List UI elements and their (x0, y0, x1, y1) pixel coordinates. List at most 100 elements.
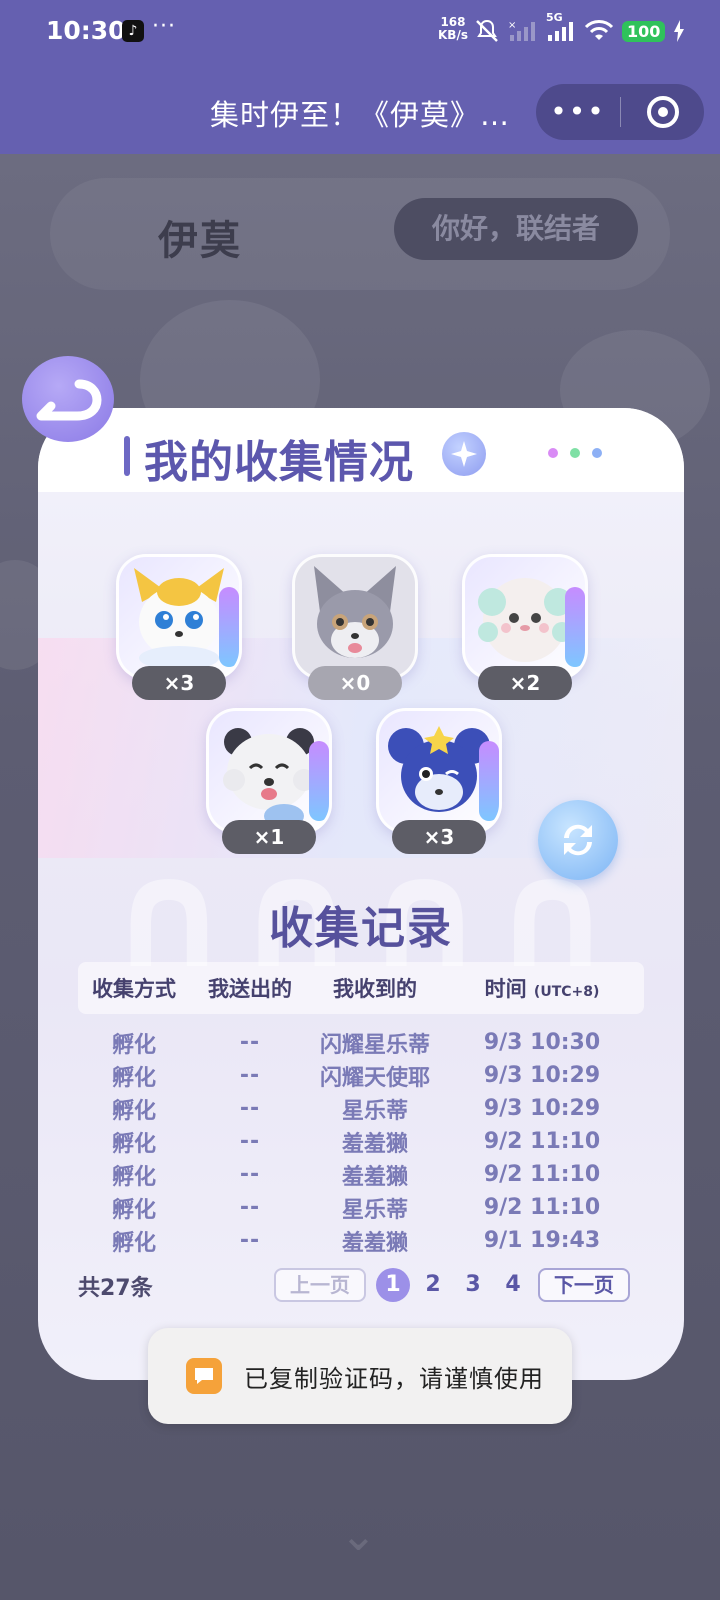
page-3-button[interactable]: 3 (456, 1268, 490, 1302)
network-speed-unit: KB/s (438, 28, 468, 42)
header-received: 我收到的 (333, 977, 417, 1001)
header-time: 时间 (UTC+8) (440, 973, 644, 1003)
cell-sent: -- (239, 1096, 261, 1121)
top-bar: 10:30 ♪ ··· 168 KB/s × 5G 100 集时伊至！《伊莫》…… (0, 0, 720, 154)
toast-message: 已复制验证码，请谨慎使用 (244, 1364, 544, 1393)
close-miniapp-button[interactable] (621, 96, 704, 128)
white-panda-pet-icon (206, 708, 332, 834)
cell-received: 闪耀天使耶 (319, 1065, 430, 1091)
next-page-button[interactable]: 下一页 (538, 1268, 630, 1302)
collectible-count: ×3 (132, 666, 226, 700)
network-speed: 168 KB/s (438, 16, 468, 42)
cell-sent: -- (239, 1129, 261, 1154)
records-table-header: 收集方式 我送出的 我收到的 时间 (UTC+8) (78, 962, 644, 1014)
cell-method: 孵化 (111, 1098, 156, 1124)
status-icons: × 5G 100 (474, 11, 685, 44)
collectible-count: ×3 (392, 820, 486, 854)
collectible-gray-wolf[interactable]: ×0 (288, 554, 422, 704)
svg-text:×: × (508, 20, 516, 31)
cell-time: 9/3 10:29 (483, 1096, 601, 1121)
cell-method: 孵化 (111, 1065, 156, 1091)
total-count: 共27条 (78, 1276, 153, 1301)
cell-method: 孵化 (111, 1032, 156, 1058)
tiktok-notification-icon: ♪ (122, 20, 144, 42)
collectible-count: ×2 (478, 666, 572, 700)
cell-time: 9/2 11:10 (483, 1195, 601, 1220)
cell-received: 闪耀星乐蒂 (319, 1032, 430, 1058)
status-time: 10:30 (46, 16, 126, 45)
charging-icon (674, 20, 685, 42)
cell-method: 孵化 (111, 1131, 156, 1157)
collectible-blue-mouse[interactable]: ×3 (372, 708, 506, 858)
card-title: 我的收集情况 (144, 437, 414, 488)
collectible-golden-fox[interactable]: ×3 (112, 554, 246, 704)
pagination: 共27条 上一页 1 2 3 4 下一页 (78, 1268, 644, 1304)
back-button[interactable] (22, 356, 114, 442)
copy-toast: 已复制验证码，请谨慎使用 (148, 1328, 572, 1424)
table-row: 孵化 -- 星乐蒂 9/3 10:29 (78, 1092, 644, 1125)
cell-received: 星乐蒂 (341, 1197, 408, 1223)
cell-time: 9/2 11:10 (483, 1129, 601, 1154)
cell-sent: -- (239, 1228, 261, 1253)
mute-bell-icon (476, 19, 498, 42)
dot-pink (548, 448, 558, 458)
collection-card: ∩∩∩∩ 我的收集情况 ×3 ×0 ×2 ×1 ×3 收集记录 收集方式 我送出… (38, 408, 684, 1380)
cell-sent: -- (239, 1030, 261, 1055)
app-logo: 伊莫 (158, 218, 242, 264)
refresh-button[interactable] (538, 800, 618, 880)
cell-sent: -- (239, 1063, 261, 1088)
fluffy-sheep-pet-icon (462, 554, 588, 680)
signal-no-service-icon: × (508, 20, 535, 41)
miniapp-capsule: ••• (536, 84, 704, 140)
blue-mouse-pet-icon (376, 708, 502, 834)
page-title: 集时伊至！《伊莫》… (210, 98, 511, 132)
close-target-icon (646, 96, 679, 128)
signal-5g-label: 5G (546, 11, 563, 24)
gray-wolf-pet-icon (292, 554, 418, 680)
table-row: 孵化 -- 羞羞獭 9/2 11:10 (78, 1125, 644, 1158)
collectible-count: ×0 (308, 666, 402, 700)
header-method: 收集方式 (92, 977, 176, 1001)
cell-sent: -- (239, 1195, 261, 1220)
prev-page-button[interactable]: 上一页 (274, 1268, 366, 1302)
header-time-label: 时间 (484, 977, 527, 1001)
cell-received: 羞羞獭 (341, 1230, 408, 1256)
cell-time: 9/2 11:10 (483, 1162, 601, 1187)
battery-level: 100 (622, 20, 666, 42)
dot-green (570, 448, 580, 458)
greeting-button: 你好，联结者 (394, 198, 638, 260)
refresh-icon (564, 824, 592, 856)
collectible-count: ×1 (222, 820, 316, 854)
cell-received: 星乐蒂 (341, 1098, 408, 1124)
golden-fox-pet-icon (116, 554, 242, 680)
cell-method: 孵化 (111, 1197, 156, 1223)
cell-time: 9/3 10:30 (483, 1030, 601, 1055)
table-row: 孵化 -- 羞羞獭 9/2 11:10 (78, 1158, 644, 1191)
records-title: 收集记录 (269, 903, 453, 954)
table-row: 孵化 -- 闪耀天使耶 9/3 10:29 (78, 1059, 644, 1092)
more-notifications-icon: ··· (152, 14, 176, 39)
page-2-button[interactable]: 2 (416, 1268, 450, 1302)
page-4-button[interactable]: 4 (496, 1268, 530, 1302)
cell-sent: -- (239, 1162, 261, 1187)
cell-received: 羞羞獭 (341, 1131, 408, 1157)
card-header: 我的收集情况 (38, 408, 684, 492)
dot-blue (592, 448, 602, 458)
cell-method: 孵化 (111, 1230, 156, 1256)
collectible-fluffy-sheep[interactable]: ×2 (458, 554, 592, 704)
table-row: 孵化 -- 闪耀星乐蒂 9/3 10:30 (78, 1026, 644, 1059)
header-time-zone: (UTC+8) (533, 984, 600, 1000)
cell-time: 9/3 10:29 (483, 1063, 601, 1088)
records-table: 收集方式 我送出的 我收到的 时间 (UTC+8) 孵化 -- 闪耀星乐蒂 9/… (78, 962, 644, 1257)
cell-method: 孵化 (111, 1164, 156, 1190)
more-menu-button[interactable]: ••• (536, 84, 620, 140)
page-1-button[interactable]: 1 (376, 1268, 410, 1302)
cell-received: 羞羞獭 (341, 1164, 408, 1190)
sparkle-icon (442, 432, 486, 476)
title-accent-bar (124, 436, 130, 476)
collectible-white-panda[interactable]: ×1 (202, 708, 336, 858)
table-row: 孵化 -- 星乐蒂 9/2 11:10 (78, 1191, 644, 1224)
cell-time: 9/1 19:43 (483, 1228, 601, 1253)
message-bubble-icon (186, 1358, 222, 1394)
back-arrow-icon (36, 379, 102, 421)
